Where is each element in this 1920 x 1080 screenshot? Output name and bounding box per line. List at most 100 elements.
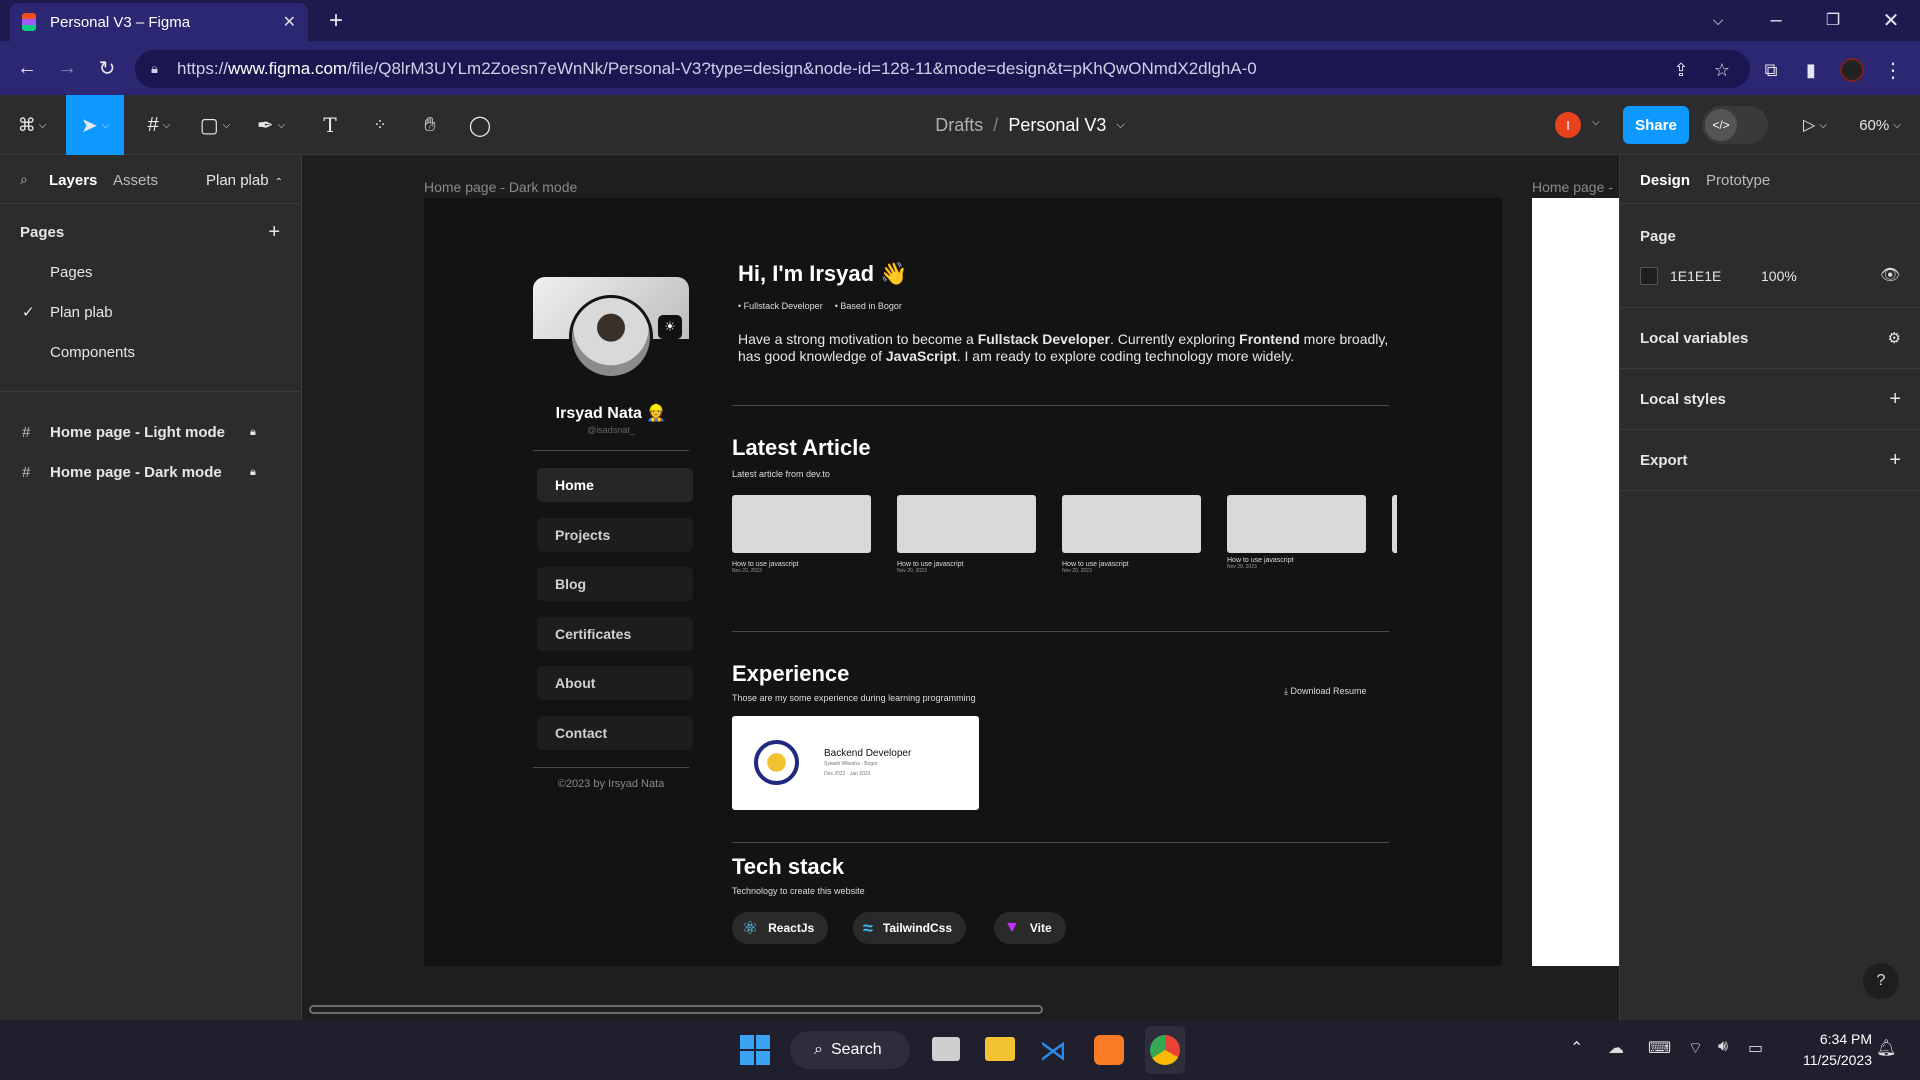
tech-chip-tailwind[interactable]: ≈ TailwindCss xyxy=(853,912,967,944)
browser-menu-icon[interactable]: ⋮ xyxy=(1875,52,1911,88)
nav-projects[interactable]: Projects xyxy=(537,518,693,552)
nav-blog[interactable]: Blog xyxy=(537,567,693,601)
file-menu-chevron-icon[interactable]: ⌵ xyxy=(1116,119,1124,132)
nav-home[interactable]: Home xyxy=(537,468,693,502)
tab-design[interactable]: Design xyxy=(1640,172,1690,189)
xampp-icon[interactable] xyxy=(1094,1035,1124,1065)
frame2-label[interactable]: Home page - xyxy=(1532,179,1613,195)
window-close-icon[interactable]: ✕ xyxy=(1873,2,1909,38)
tab-prototype[interactable]: Prototype xyxy=(1706,172,1770,189)
lock-icon[interactable]: 🔒︎ xyxy=(250,426,256,439)
browser-tab[interactable]: Personal V3 – Figma ✕ xyxy=(10,3,308,41)
minimize-icon[interactable]: – xyxy=(1758,2,1794,38)
clock-time[interactable]: 6:34 PM xyxy=(1792,1031,1872,1047)
dev-mode-toggle[interactable]: </> xyxy=(1702,106,1768,144)
visibility-eye-icon[interactable]: 👁︎ xyxy=(1880,265,1900,285)
light-mode-frame[interactable] xyxy=(1532,198,1619,966)
tab-search-chevron-icon[interactable]: ⌵ xyxy=(1700,2,1736,38)
lock-icon[interactable]: 🔒︎ xyxy=(250,466,256,479)
pen-tool-icon[interactable]: ✒ ⌵ xyxy=(248,95,294,155)
avatar-chevron-icon[interactable]: ⌵ xyxy=(1592,117,1600,128)
extensions-icon[interactable]: ⧉ xyxy=(1753,52,1789,88)
present-play-icon[interactable]: ▷ ⌵ xyxy=(1795,95,1835,155)
nav-contact[interactable]: Contact xyxy=(537,716,693,750)
page-item-plan-plab[interactable]: ✓ Plan plab xyxy=(0,292,302,332)
task-view-icon[interactable] xyxy=(932,1037,960,1061)
download-resume-button[interactable]: ⤓ Download Resume xyxy=(1284,686,1367,697)
wifi-icon[interactable]: ⌔ xyxy=(1688,1038,1703,1058)
battery-icon[interactable]: ▭ xyxy=(1748,1038,1763,1058)
clock-date[interactable]: 11/25/2023 xyxy=(1780,1052,1872,1068)
restore-icon[interactable]: ❐ xyxy=(1815,2,1851,38)
text-tool-icon[interactable]: T xyxy=(310,95,350,155)
add-export-icon[interactable]: + xyxy=(1889,449,1901,472)
reload-icon[interactable]: ↻ xyxy=(89,50,125,86)
notification-bell-icon[interactable]: 🔔︎ xyxy=(1876,1038,1896,1058)
tech-title: Tech stack xyxy=(732,854,845,879)
new-tab-icon[interactable]: + xyxy=(318,3,354,39)
zoom-menu[interactable]: 60% ⌵ xyxy=(1850,95,1910,155)
page-selector[interactable]: Plan plab ⌃ xyxy=(206,172,283,189)
file-explorer-icon[interactable] xyxy=(985,1037,1015,1061)
frame-label[interactable]: Home page - Dark mode xyxy=(424,179,577,195)
article-card[interactable]: How to use javascript Nov 20, 2023 xyxy=(897,495,1036,574)
page-item-components[interactable]: Components xyxy=(0,332,302,372)
back-icon[interactable]: ← xyxy=(9,50,45,86)
profile-avatar[interactable] xyxy=(1840,58,1864,82)
main-menu-icon[interactable]: ⌘ ⌵ xyxy=(8,95,56,155)
help-button[interactable]: ? xyxy=(1863,963,1899,999)
page-item-pages[interactable]: Pages xyxy=(0,252,302,292)
tab-assets[interactable]: Assets xyxy=(113,172,158,189)
side-panel-icon[interactable]: ▮ xyxy=(1793,52,1829,88)
article-card[interactable]: How to use javascript Nov 20, 2023 xyxy=(732,495,871,574)
page-opacity-value[interactable]: 100% xyxy=(1761,268,1797,284)
onedrive-icon[interactable]: ☁ xyxy=(1608,1038,1624,1058)
layer-row[interactable]: # Home page - Dark mode 🔒︎ xyxy=(0,452,302,492)
add-page-icon[interactable]: + xyxy=(268,221,280,244)
variables-icon[interactable]: ⚙ xyxy=(1888,329,1901,347)
volume-icon[interactable]: 🔊︎ xyxy=(1718,1038,1728,1056)
local-variables-section[interactable]: Local variables ⚙ xyxy=(1620,308,1920,369)
shape-tool-icon[interactable]: ▢ ⌵ xyxy=(192,95,238,155)
share-button[interactable]: Share xyxy=(1623,106,1689,144)
canvas[interactable]: Home page - Dark mode Home page - ☀ Irsy… xyxy=(303,155,1619,1020)
tray-chevron-icon[interactable]: ⌃ xyxy=(1570,1038,1583,1058)
windows-start-icon[interactable] xyxy=(740,1035,770,1065)
comment-tool-icon[interactable]: ◯ xyxy=(460,95,500,155)
bookmark-star-icon[interactable]: ☆ xyxy=(1704,52,1740,88)
theme-toggle-icon[interactable]: ☀ xyxy=(658,315,682,339)
page-color-value[interactable]: 1E1E1E xyxy=(1670,268,1721,284)
article-card-partial[interactable] xyxy=(1392,495,1397,553)
nav-about[interactable]: About xyxy=(537,666,693,700)
keyboard-icon[interactable]: ⌨ xyxy=(1648,1038,1671,1058)
chrome-taskbar-icon[interactable] xyxy=(1145,1026,1185,1074)
page-color-swatch[interactable] xyxy=(1640,267,1658,285)
local-styles-section[interactable]: Local styles + xyxy=(1620,369,1920,430)
add-style-icon[interactable]: + xyxy=(1889,388,1901,411)
tab-layers[interactable]: Layers xyxy=(49,172,97,189)
taskbar-search[interactable]: ⌕ Search xyxy=(790,1031,910,1069)
experience-card[interactable]: Backend Developer Syiweb Wikraha - Bogor… xyxy=(732,716,979,810)
resources-icon[interactable]: ⁘ xyxy=(360,95,400,155)
dark-mode-frame[interactable]: ☀ Irsyad Nata 👷 @isadsnat_ Home Projects… xyxy=(424,198,1502,966)
forward-icon[interactable]: → xyxy=(49,50,85,86)
vscode-icon[interactable]: ⋊ xyxy=(1039,1034,1067,1067)
move-tool-icon[interactable]: ➤ ⌵ xyxy=(66,95,124,155)
share-page-icon[interactable]: ⇪ xyxy=(1663,52,1699,88)
nav-certificates[interactable]: Certificates xyxy=(537,617,693,651)
article-card[interactable]: How to use javascript Nov 20, 2023 xyxy=(1062,495,1201,574)
user-avatar[interactable]: I xyxy=(1555,112,1581,138)
export-section[interactable]: Export + xyxy=(1620,430,1920,491)
file-name[interactable]: Personal V3 xyxy=(1008,115,1106,136)
tech-chip-vite[interactable]: ▼ Vite xyxy=(994,912,1066,944)
horizontal-scrollbar[interactable] xyxy=(309,1005,1043,1014)
tab-close-icon[interactable]: ✕ xyxy=(283,12,296,32)
url-field[interactable]: 🔒︎ https://www.figma.com/file/Q8lrM3UYLm… xyxy=(135,50,1750,88)
hand-tool-icon[interactable]: ✋︎ xyxy=(410,95,450,155)
tech-chip-react[interactable]: ⚛ ReactJs xyxy=(732,912,829,944)
layers-search-icon[interactable]: ⌕ xyxy=(20,171,28,188)
layer-row[interactable]: # Home page - Light mode 🔒︎ xyxy=(0,412,302,452)
article-card[interactable]: How to use javascript Nov 20, 2023 xyxy=(1227,495,1366,570)
frame-tool-icon[interactable]: # ⌵ xyxy=(136,95,182,155)
breadcrumb-drafts[interactable]: Drafts xyxy=(935,115,983,136)
